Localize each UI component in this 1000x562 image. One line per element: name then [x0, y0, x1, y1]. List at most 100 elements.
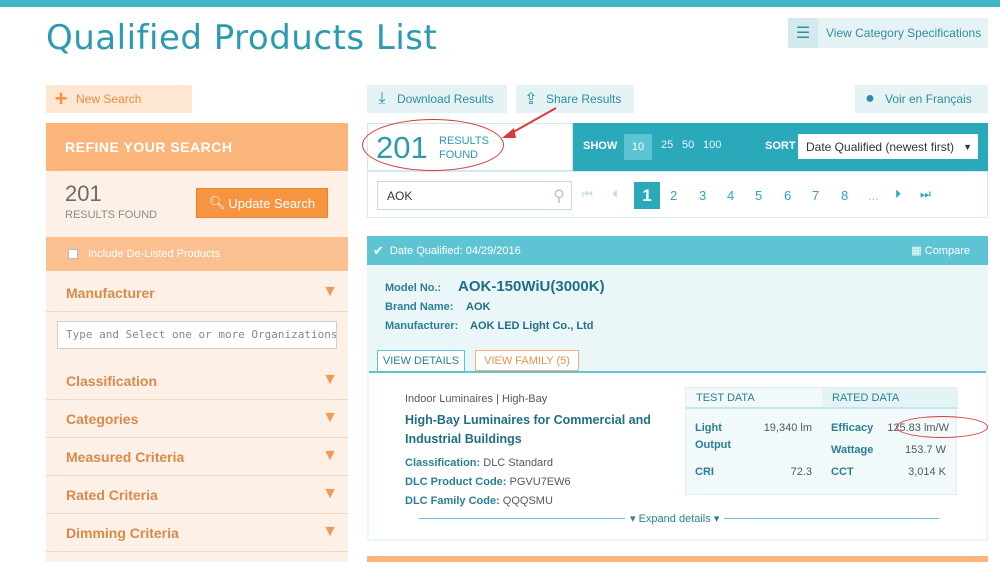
product-card: Model No.: AOK-150WiU(3000K) Brand Name:…: [367, 265, 988, 541]
product-code-row: DLC Product Code: PGVU7EW6: [405, 476, 571, 488]
page-ellipsis: ...: [868, 188, 879, 203]
category-path: Indoor Luminaires | High-Bay: [405, 393, 548, 405]
show-option-10[interactable]: 10: [624, 134, 652, 160]
family-code-value: QQQSMU: [502, 495, 553, 507]
red-annotation-oval: [896, 416, 988, 438]
compare-button[interactable]: ▦ Compare: [911, 244, 970, 257]
first-page-icon[interactable]: ⏮: [582, 187, 593, 202]
page-link[interactable]: 6: [784, 188, 791, 203]
model-label: Model No.:: [385, 282, 442, 294]
classification-label: Classification:: [405, 457, 481, 469]
page-link[interactable]: 2: [670, 188, 677, 203]
facet-categories[interactable]: Categories ▼: [46, 401, 348, 438]
facet-measured-label: Measured Criteria: [66, 449, 185, 465]
page-link[interactable]: 4: [727, 188, 734, 203]
classification-row: Classification: DLC Standard: [405, 457, 553, 469]
update-search-label: Update Search: [228, 195, 316, 211]
facet-rated-criteria[interactable]: Rated Criteria ▼: [46, 477, 348, 514]
sort-select[interactable]: Date Qualified (newest first) ▼: [798, 134, 978, 159]
refine-search-header: REFINE YOUR SEARCH: [46, 123, 348, 171]
french-label: Voir en Français: [885, 92, 972, 106]
update-search-button[interactable]: 🔍︎ Update Search: [196, 188, 328, 218]
grid-icon: ▦: [911, 245, 922, 257]
caret-down-icon: ▼: [963, 141, 972, 152]
tab-view-details[interactable]: VIEW DETAILS: [377, 350, 465, 371]
red-annotation-oval: [362, 119, 504, 171]
search-icon: 🔍︎: [208, 195, 226, 210]
results-found-box: 201 RESULTS FOUND: [362, 119, 573, 171]
chevron-down-icon: ▼: [322, 447, 338, 464]
new-search-button[interactable]: + New Search: [46, 85, 192, 113]
prev-page-icon[interactable]: ⏴: [612, 187, 618, 202]
product-code-label: DLC Product Code:: [405, 476, 507, 488]
include-delisted-row[interactable]: Include De-Listed Products: [46, 237, 348, 271]
light-output-label-line1: Light: [695, 422, 722, 434]
rated-data-header: RATED DATA: [822, 388, 958, 409]
chevron-down-icon: ▾: [713, 513, 720, 525]
manufacturer-name: AOK LED Light Co., Ltd: [470, 320, 594, 332]
family-code-row: DLC Family Code: QQQSMU: [405, 495, 553, 507]
show-option-25[interactable]: 25: [661, 139, 673, 151]
facet-manufacturer[interactable]: Manufacturer ▼: [46, 275, 348, 312]
efficacy-label: Efficacy: [831, 422, 874, 434]
download-results-button[interactable]: ⤓ Download Results: [367, 85, 507, 113]
page-link[interactable]: 8: [841, 188, 848, 203]
french-language-button[interactable]: ● Voir en Français: [855, 85, 988, 113]
page-link[interactable]: 3: [699, 188, 706, 203]
compare-label: Compare: [924, 245, 970, 257]
new-search-label: New Search: [76, 92, 142, 106]
chevron-down-icon: ▼: [322, 485, 338, 502]
results-bar: 201 RESULTS FOUND SHOW 10 25 50 100 SORT…: [362, 119, 988, 171]
chevron-down-icon: ▼: [322, 409, 338, 426]
facet-categories-label: Categories: [66, 411, 139, 427]
sort-value: Date Qualified (newest first): [806, 139, 955, 154]
facet-manufacturer-label: Manufacturer: [66, 285, 155, 301]
search-value: AOK: [387, 189, 413, 203]
last-page-icon[interactable]: ⏭: [920, 187, 931, 202]
product-code-value: PGVU7EW6: [509, 476, 571, 488]
checkmark-icon: ✔: [373, 242, 384, 258]
chevron-down-icon: ▼: [322, 371, 338, 388]
chevron-down-icon: ▼: [322, 283, 338, 300]
results-count-box: 201 RESULTS FOUND 🔍︎ Update Search: [46, 171, 348, 237]
test-rated-data-box: TEST DATA RATED DATA Light Output 19,340…: [685, 387, 988, 495]
include-delisted-label: Include De-Listed Products: [88, 248, 221, 260]
current-page[interactable]: 1: [634, 182, 660, 209]
next-page-icon[interactable]: ⏵: [895, 187, 901, 202]
results-count-label: RESULTS FOUND: [65, 209, 158, 221]
organization-input[interactable]: Type and Select one or more Organization…: [57, 321, 337, 349]
globe-icon: ●: [865, 90, 875, 107]
download-label: Download Results: [397, 92, 494, 106]
facet-classification[interactable]: Classification ▼: [46, 363, 348, 400]
brand-label: Brand Name:: [385, 301, 454, 313]
wattage-label: Wattage: [831, 444, 874, 456]
share-label: Share Results: [546, 92, 622, 106]
tab-view-family[interactable]: VIEW FAMILY (5): [475, 350, 579, 371]
date-qualified: Date Qualified: 04/29/2016: [389, 244, 521, 257]
search-icon[interactable]: ⚲: [553, 186, 565, 206]
facet-measured-criteria[interactable]: Measured Criteria ▼: [46, 439, 348, 476]
results-search-input[interactable]: AOK ⚲: [377, 181, 572, 210]
page-link[interactable]: 7: [812, 188, 819, 203]
light-output-label: Light Output: [695, 422, 731, 451]
test-data-header: TEST DATA: [686, 388, 822, 409]
show-option-50[interactable]: 50: [682, 139, 694, 151]
share-results-button[interactable]: ⇪ Share Results: [516, 85, 634, 113]
expand-details-label: Expand details: [638, 513, 711, 525]
category-title: High-Bay Luminaires for Commercial and I…: [405, 413, 651, 446]
cct-value: 3,014 K: [908, 466, 946, 478]
view-category-specifications-button[interactable]: ☰ View Category Specifications: [788, 18, 988, 48]
page-title: Qualified Products List: [46, 18, 438, 58]
grid-list-icon: ☰: [788, 18, 818, 48]
include-delisted-checkbox[interactable]: [68, 249, 78, 259]
page-link[interactable]: 5: [755, 188, 762, 203]
light-output-label-line2: Output: [695, 439, 732, 451]
show-option-100[interactable]: 100: [703, 139, 721, 151]
facet-classification-label: Classification: [66, 373, 158, 389]
facet-rated-label: Rated Criteria: [66, 487, 158, 503]
facet-dimming-criteria[interactable]: Dimming Criteria ▼: [46, 515, 348, 552]
chevron-down-icon: ▼: [322, 523, 338, 540]
expand-details-link[interactable]: ▾ Expand details ▾: [625, 512, 725, 525]
share-icon: ⇪: [524, 91, 538, 108]
next-card-edge: [367, 556, 988, 562]
